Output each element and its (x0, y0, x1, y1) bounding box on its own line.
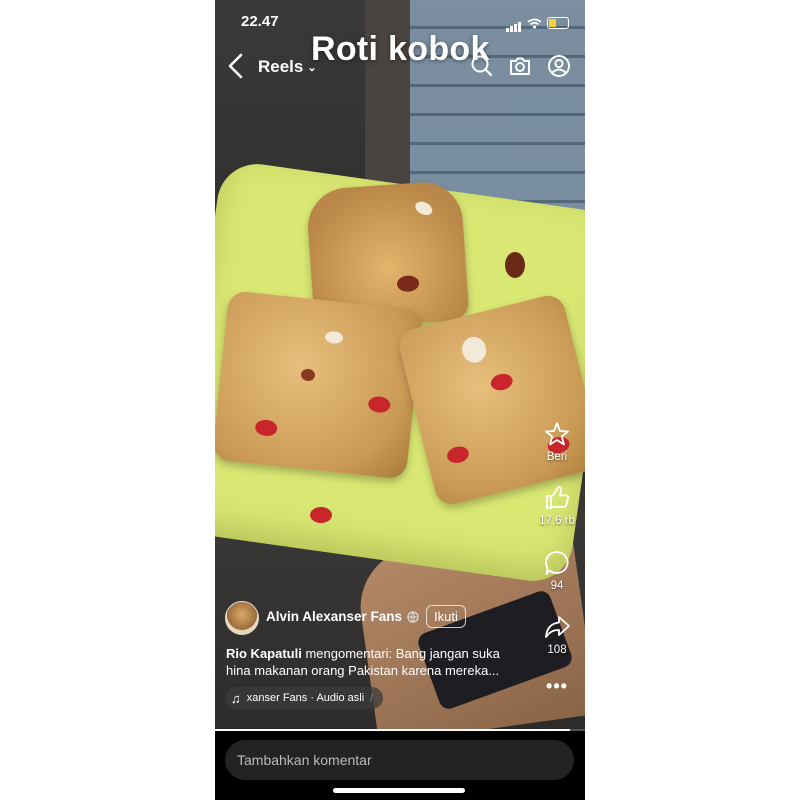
author-avatar[interactable] (225, 601, 259, 635)
audio-label: xanser Fans · Audio asli (246, 692, 365, 704)
battery-icon (547, 17, 569, 29)
crumb (310, 507, 332, 523)
thumbs-up-icon (546, 486, 569, 509)
share-arrow-icon (545, 616, 570, 638)
comment-input[interactable]: Tambahkan komentar (225, 740, 574, 780)
reels-screen: 22.47 Roti kobok Reels ⌄ Beri 17,6 rb 94… (215, 0, 585, 800)
chevron-down-icon: ⌄ (307, 61, 317, 74)
video-progress-fill (215, 729, 571, 731)
video-overlay-text: Roti kobok (311, 30, 490, 68)
share-button[interactable]: 108 (537, 613, 577, 656)
gift-star-icon (545, 422, 569, 446)
like-button[interactable]: 17,6 rb (537, 484, 577, 527)
comment-bubble-icon (545, 551, 569, 575)
globe-icon (407, 610, 419, 623)
home-indicator (333, 788, 465, 793)
profile-icon[interactable] (547, 54, 571, 78)
crumb (505, 252, 525, 278)
comment-count: 94 (550, 580, 564, 592)
video-progress-bar[interactable] (215, 729, 585, 731)
like-count: 17,6 rb (539, 515, 575, 527)
author-name: Alvin Alexanser Fans (266, 609, 403, 624)
comment-input-placeholder: Tambahkan komentar (237, 752, 372, 768)
follow-button[interactable]: Ikuti (426, 605, 466, 628)
back-icon[interactable] (225, 52, 249, 80)
author-name-link[interactable]: Alvin Alexanser Fans (266, 609, 419, 624)
comment-button[interactable]: 94 (537, 549, 577, 592)
search-icon[interactable] (470, 54, 494, 78)
cake-slice (215, 290, 424, 480)
status-time: 22.47 (241, 13, 279, 30)
share-count: 108 (547, 644, 567, 656)
audio-divider-icon: / (370, 692, 374, 704)
comment-author: Rio Kapatuli (226, 646, 302, 661)
music-note-icon: ♫ (231, 690, 241, 706)
audio-chip[interactable]: ♫ xanser Fans · Audio asli / (225, 687, 384, 709)
camera-icon[interactable] (508, 54, 532, 78)
gift-label: Beri (546, 451, 568, 463)
reels-title-label: Reels (258, 57, 304, 76)
wifi-icon (527, 18, 542, 29)
featured-comment[interactable]: Rio Kapatuli mengomentari: Bang jangan s… (226, 645, 526, 679)
gift-button[interactable]: Beri (537, 420, 577, 463)
more-options-icon[interactable]: ••• (537, 676, 577, 697)
reels-title[interactable]: Reels ⌄ (258, 57, 317, 77)
status-icons (506, 14, 569, 32)
cellular-signal-icon (506, 14, 522, 32)
